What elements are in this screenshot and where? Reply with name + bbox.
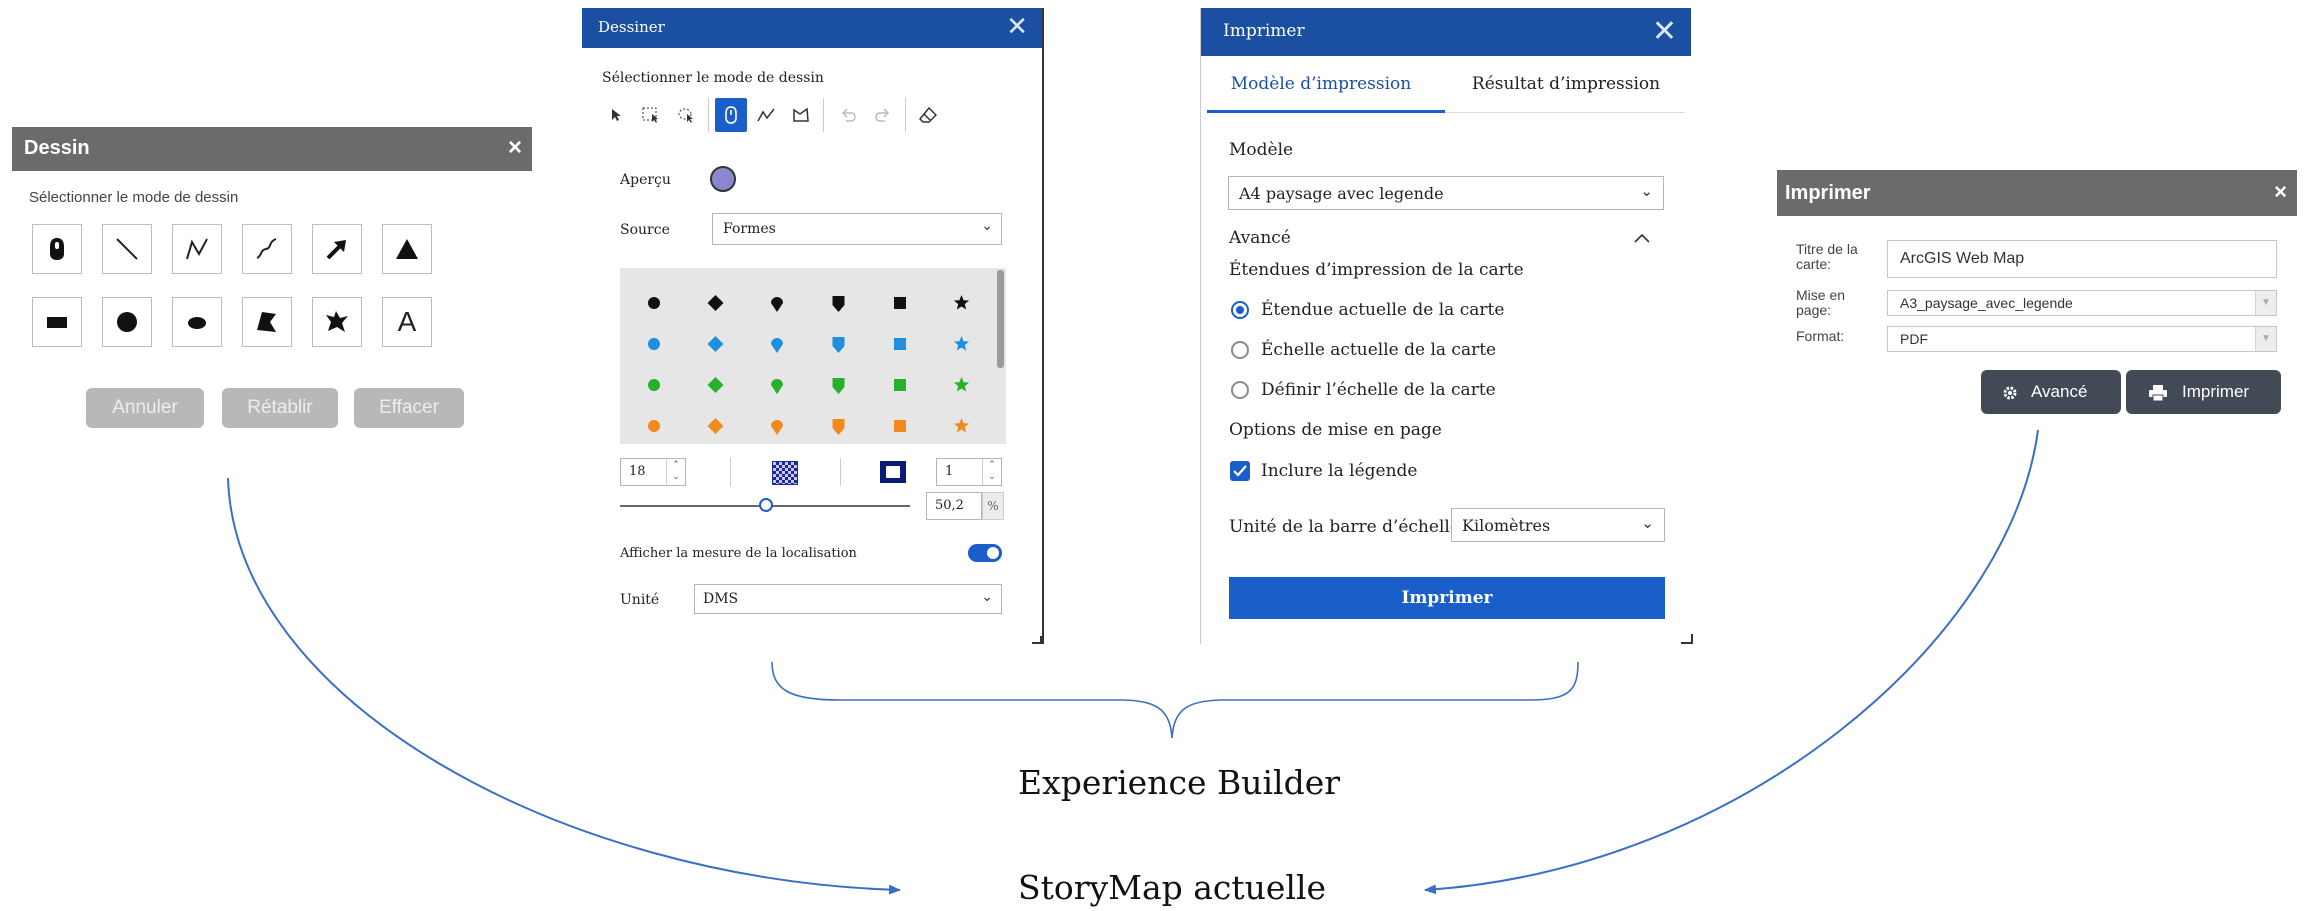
grouping-brace — [771, 661, 1579, 739]
left-arrow — [227, 477, 901, 895]
storymap-caption: StoryMap actuelle — [1018, 868, 1327, 907]
experience-builder-caption: Experience Builder — [1018, 763, 1341, 802]
right-arrow — [1424, 429, 2039, 895]
